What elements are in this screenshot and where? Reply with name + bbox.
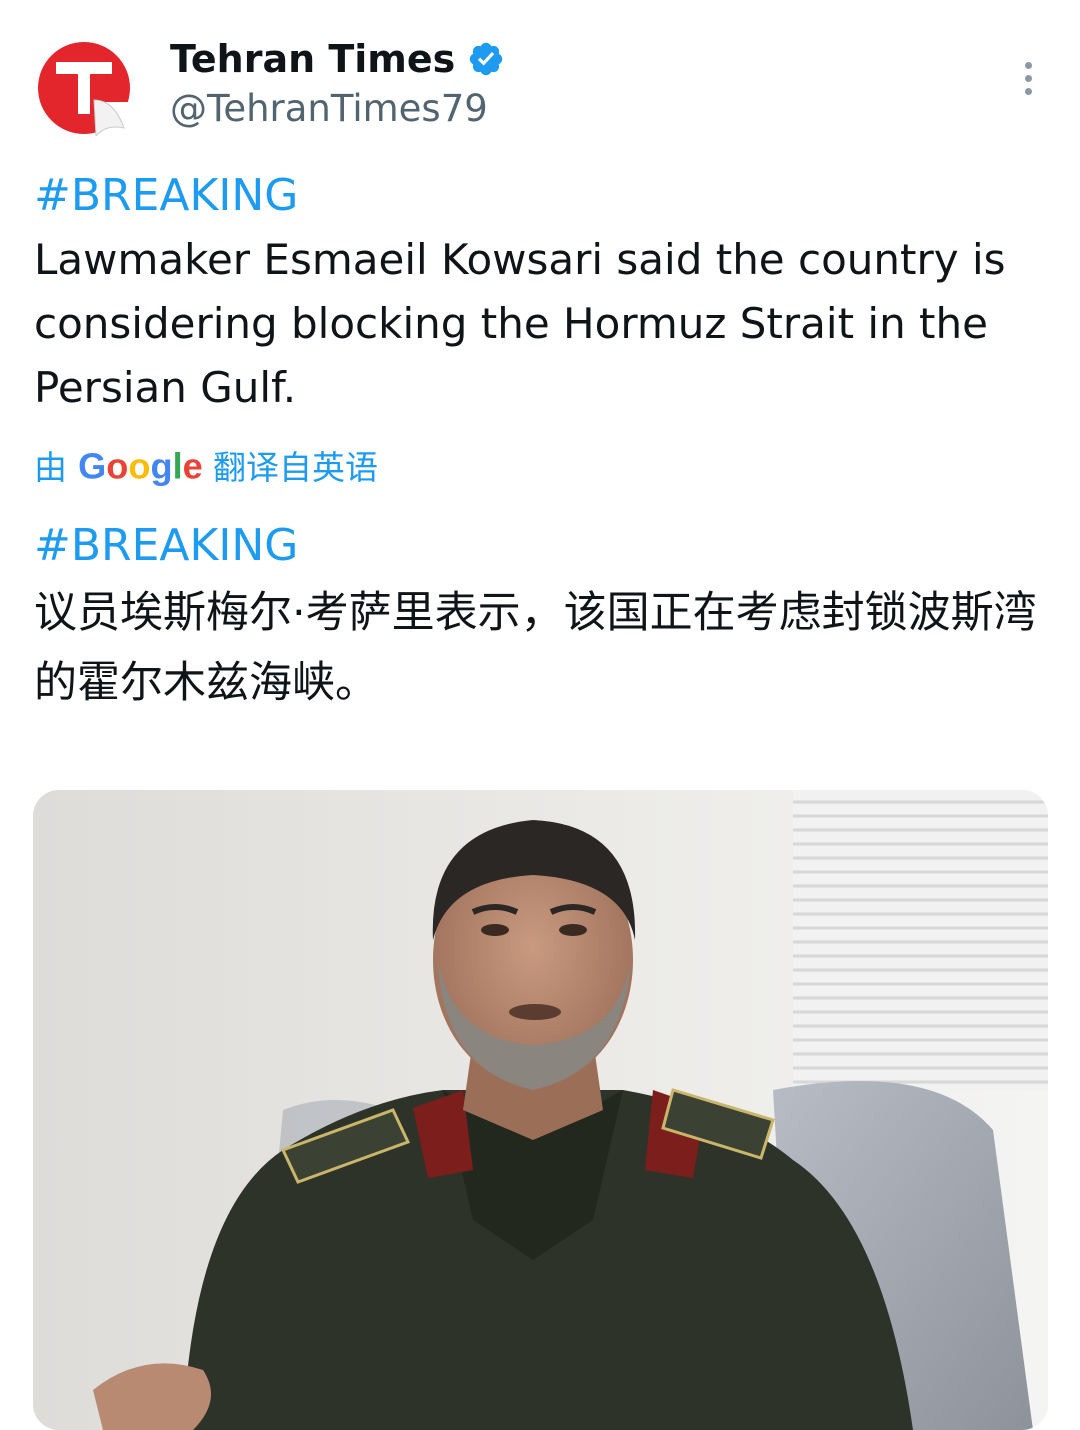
svg-text:Google: Google xyxy=(78,448,203,486)
translation-suffix: 翻译自英语 xyxy=(213,448,378,487)
tweet-text: #BREAKING Lawmaker Esmaeil Kowsari said … xyxy=(34,164,1054,420)
translation-attribution[interactable]: 由 Google 翻译自英语 xyxy=(34,440,378,496)
tehran-times-logo-icon[interactable] xyxy=(36,40,132,138)
tweet-body: Lawmaker Esmaeil Kowsari said the countr… xyxy=(34,235,1006,412)
dot xyxy=(1024,74,1032,82)
verified-badge-icon xyxy=(470,42,503,76)
translated-body: 议员埃斯梅尔·考萨里表示，该国正在考虑封锁波斯湾的霍尔木兹海峡。 xyxy=(34,588,1037,708)
translated-hashtag-link[interactable]: #BREAKING xyxy=(34,514,1054,578)
photo-of-man-in-uniform[interactable] xyxy=(33,790,1048,1430)
translation-prefix: 由 xyxy=(34,448,67,487)
author-display-name[interactable]: Tehran Times xyxy=(170,34,455,84)
more-options-icon[interactable] xyxy=(1008,54,1048,102)
author-name-row[interactable]: Tehran Times xyxy=(170,34,505,84)
dot xyxy=(1024,61,1032,69)
hashtag-link[interactable]: #BREAKING xyxy=(34,164,1054,228)
dot xyxy=(1024,87,1032,95)
author-handle[interactable]: @TehranTimes79 xyxy=(170,84,488,134)
google-logo-icon: Google xyxy=(78,448,203,486)
window-blinds xyxy=(793,790,1048,1090)
translated-text: #BREAKING 议员埃斯梅尔·考萨里表示，该国正在考虑封锁波斯湾的霍尔木兹海… xyxy=(34,514,1054,718)
